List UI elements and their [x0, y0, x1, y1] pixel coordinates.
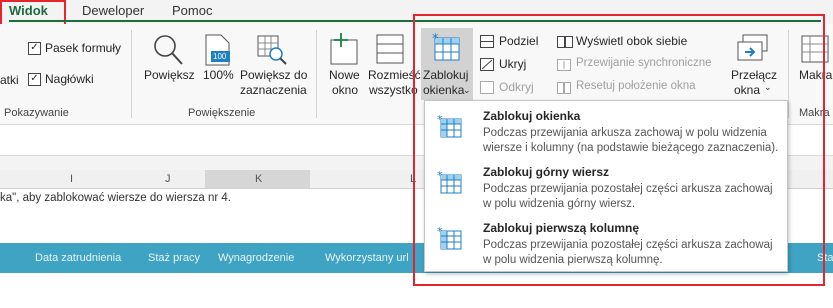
- zoom-to-selection-icon: [257, 35, 287, 65]
- column-header-i[interactable]: I: [70, 173, 73, 185]
- highlight-frame: [413, 14, 825, 286]
- tab-pomoc[interactable]: Pomoc: [172, 3, 212, 18]
- zoom-100-button[interactable]: 100: [205, 34, 231, 66]
- group-separator: [316, 30, 317, 118]
- column-header-k[interactable]: K: [255, 173, 262, 185]
- tab-widok[interactable]: Widok: [0, 0, 821, 26]
- zoom-button-label: Powiększ: [144, 68, 195, 82]
- tab-deweloper[interactable]: Deweloper: [82, 3, 144, 18]
- tab-widok-label: Widok: [9, 3, 48, 18]
- formula-bar-label: Pasek formuły: [45, 41, 122, 55]
- column-header-j[interactable]: J: [165, 173, 171, 185]
- zoom-selection-label-1: Powiększ do: [240, 68, 308, 82]
- headings-label: Nagłówki: [45, 72, 94, 86]
- new-window-icon: [330, 33, 358, 65]
- table-header-cell[interactable]: Wykorzystany url: [325, 252, 409, 264]
- new-window-label-1: Nowe: [329, 68, 360, 82]
- zoom-100-label: 100%: [203, 68, 234, 82]
- zoom-selection-button[interactable]: [256, 34, 288, 66]
- headings-checkbox[interactable]: ✓: [28, 73, 41, 86]
- zoom-button[interactable]: [150, 32, 186, 68]
- show-cut-label: atki: [0, 73, 19, 87]
- new-window-button[interactable]: [329, 32, 359, 66]
- page-100-icon: [205, 34, 230, 66]
- table-header-cell[interactable]: Wynagrodzenie: [218, 252, 294, 264]
- group-separator: [131, 30, 132, 118]
- table-header-cell[interactable]: Staż pracy: [148, 252, 200, 264]
- arrange-all-button[interactable]: [375, 32, 405, 66]
- zoom-100-icon-text: 100: [213, 52, 227, 61]
- arrange-all-icon: [376, 34, 404, 64]
- table-header-cell[interactable]: Data zatrudnienia: [35, 252, 121, 264]
- new-window-label-2: okno: [332, 83, 359, 97]
- sheet-note-text: ka", aby zablokować wiersze do wiersza n…: [0, 192, 231, 204]
- group-label-zoom: Powiększenie: [188, 107, 256, 119]
- magnifier-icon: [154, 35, 183, 65]
- zoom-selection-label-2: zaznaczenia: [240, 83, 307, 97]
- formula-bar-checkbox[interactable]: ✓: [28, 42, 41, 55]
- arrange-all-label-2: wszystko: [369, 83, 418, 97]
- group-label-show: Pokazywanie: [4, 107, 69, 119]
